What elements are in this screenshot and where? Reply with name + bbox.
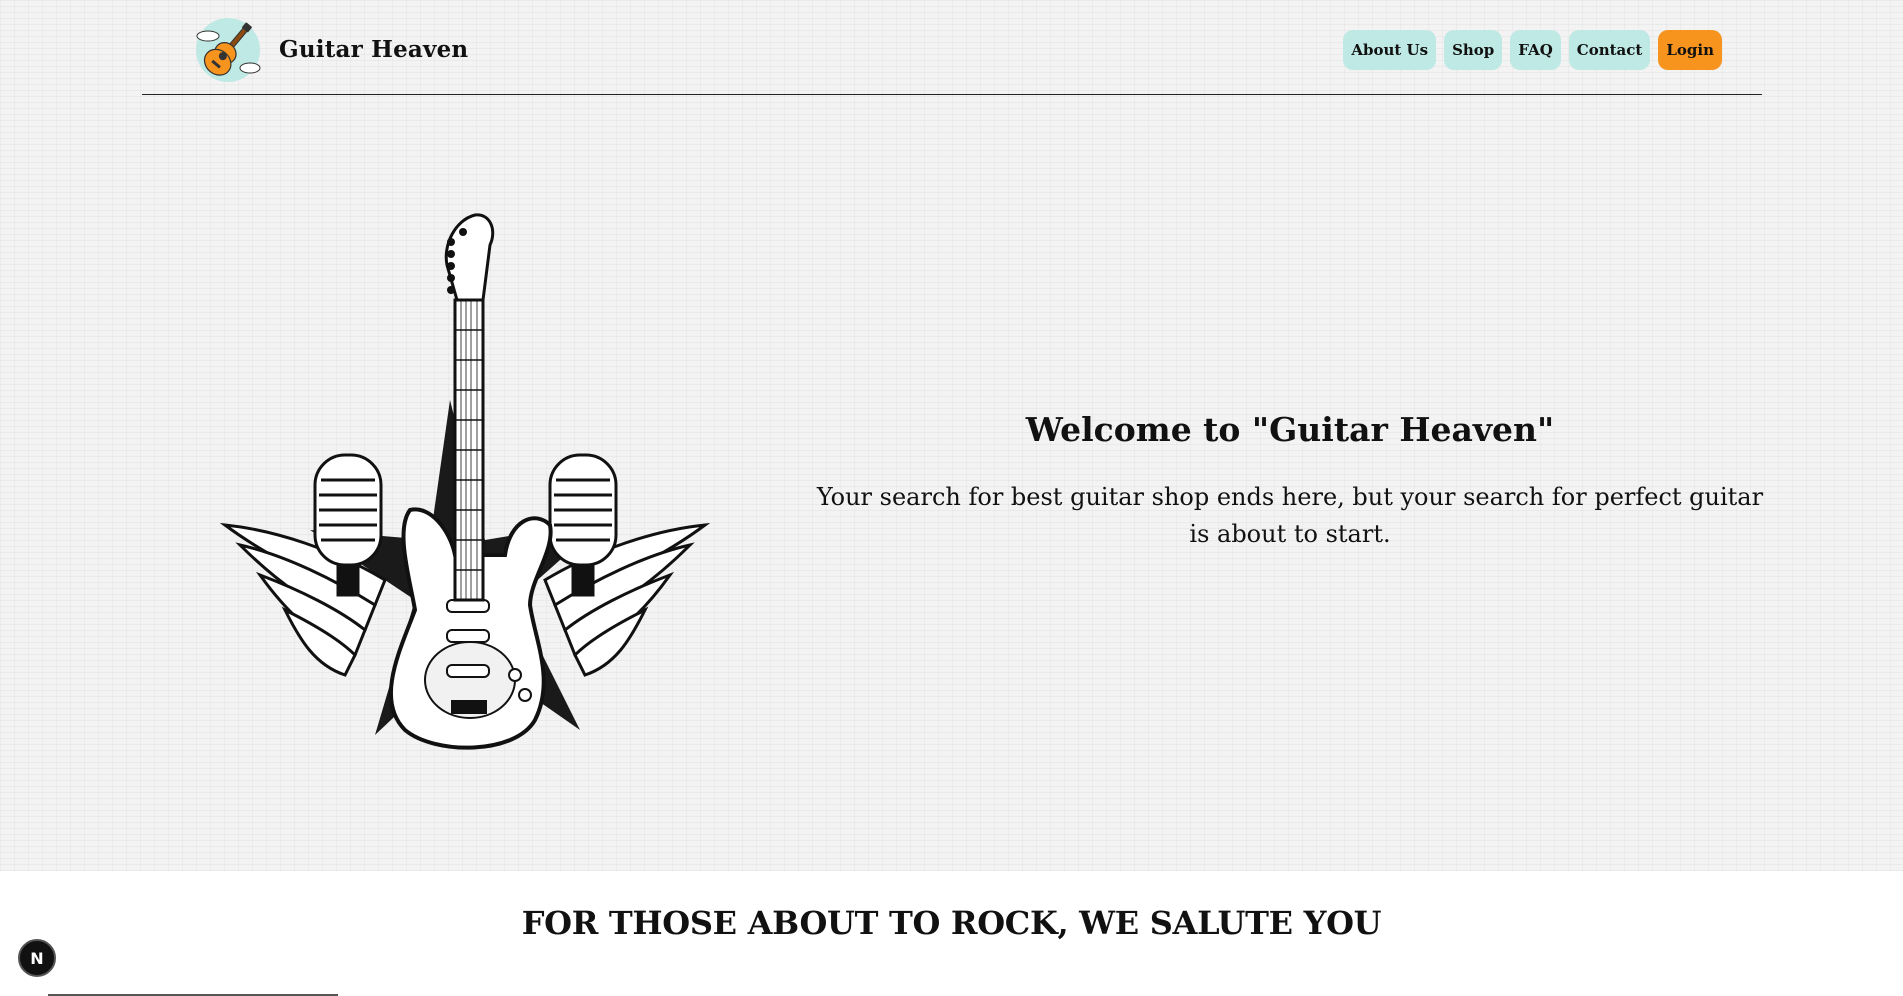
nav-about-us-button[interactable]: About Us bbox=[1343, 30, 1437, 70]
site-header: Guitar Heaven About Us Shop FAQ Contact … bbox=[142, 10, 1762, 95]
hero-subtitle: Your search for best guitar shop ends he… bbox=[816, 483, 1764, 548]
hero-title: Welcome to "Guitar Heaven" bbox=[1025, 410, 1555, 449]
hero-text-block: Welcome to "Guitar Heaven" Your search f… bbox=[815, 410, 1765, 553]
nextjs-badge-icon[interactable]: N bbox=[18, 939, 56, 977]
tagline-heading: FOR THOSE ABOUT TO ROCK, WE SALUTE YOU bbox=[521, 904, 1382, 942]
nav-faq-button[interactable]: FAQ bbox=[1510, 30, 1561, 70]
guitar-cloud-logo-icon[interactable] bbox=[192, 14, 264, 86]
login-button[interactable]: Login bbox=[1658, 30, 1722, 70]
winged-guitar-microphones-icon bbox=[219, 213, 711, 750]
nav-contact-button[interactable]: Contact bbox=[1568, 30, 1651, 70]
brand-name[interactable]: Guitar Heaven bbox=[279, 36, 468, 63]
main-nav: About Us Shop FAQ Contact Login bbox=[1343, 30, 1722, 70]
nav-shop-button[interactable]: Shop bbox=[1444, 30, 1503, 70]
